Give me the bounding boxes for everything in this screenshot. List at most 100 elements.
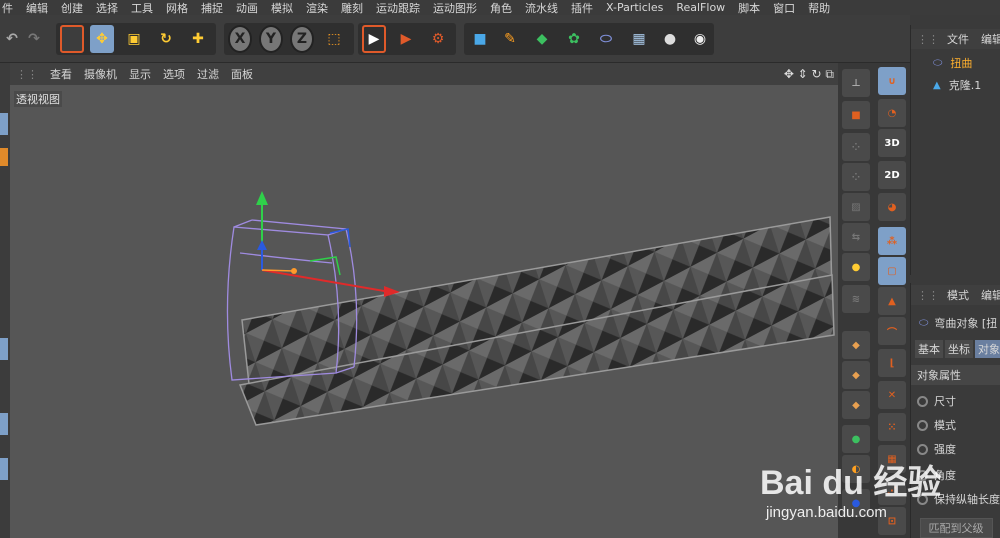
left-tool-icon[interactable]	[0, 148, 8, 166]
menu-snap[interactable]: 捕捉	[201, 0, 223, 15]
left-tool-icon[interactable]	[0, 338, 8, 360]
axis-x-toggle[interactable]: X	[228, 25, 252, 53]
menu-window[interactable]: 窗口	[773, 0, 795, 15]
viewport-menu-view[interactable]: 查看	[50, 66, 72, 82]
light-icon[interactable]: ◉	[688, 25, 712, 53]
menu-bar: 件 编辑 创建 选择 工具 网格 捕捉 动画 模拟 渲染 雕刻 运动跟踪 运动图…	[0, 0, 1000, 15]
axis-gizmo[interactable]	[256, 191, 400, 297]
pen-icon[interactable]: ✎	[498, 25, 522, 53]
menu-mesh[interactable]: 网格	[166, 0, 188, 15]
cube-icon[interactable]: ■	[468, 25, 492, 53]
snap-spline-icon[interactable]: ⌒	[878, 317, 906, 345]
undo-icon[interactable]: ↶	[0, 25, 24, 53]
object-row-cloner[interactable]: ▲ 克隆.1	[911, 75, 1000, 95]
scale-tool-icon[interactable]: ▣	[122, 25, 146, 53]
prop-row[interactable]: 模式	[911, 415, 1000, 435]
model-mode-icon[interactable]: ⊥	[842, 69, 870, 97]
snap-icon[interactable]: ∪	[878, 67, 906, 95]
viewport-menu-cameras[interactable]: 摄像机	[84, 66, 117, 82]
paint-icon[interactable]: ◆	[842, 331, 870, 359]
redo-icon[interactable]: ↷	[22, 25, 46, 53]
coordinate-system-icon[interactable]: ⬚	[322, 25, 346, 53]
menu-tools[interactable]: 工具	[131, 0, 153, 15]
menu-render[interactable]: 渲染	[306, 0, 328, 15]
menu-xparticles[interactable]: X-Particles	[606, 1, 663, 14]
subdivision-icon[interactable]: ◆	[530, 25, 554, 53]
camera-icon[interactable]: ●	[658, 25, 682, 53]
menu-mograph[interactable]: 运动图形	[433, 0, 477, 15]
scene-canvas[interactable]	[10, 85, 838, 538]
cloner-icon[interactable]: ✿	[562, 25, 586, 53]
menu-sculpt[interactable]: 雕刻	[341, 0, 363, 15]
texture-icon[interactable]: ◆	[842, 361, 870, 389]
menu-help[interactable]: 帮助	[808, 0, 830, 15]
deformer-icon[interactable]: ⬭	[594, 25, 618, 53]
snap-polygon-icon[interactable]: ▲	[878, 287, 906, 315]
snap-intersection-icon[interactable]: ✕	[878, 381, 906, 409]
menu-simulate[interactable]: 模拟	[271, 0, 293, 15]
menu-pipeline[interactable]: 流水线	[525, 0, 558, 15]
prop-row[interactable]: 尺寸	[911, 391, 1000, 411]
floor-icon[interactable]: ▦	[626, 25, 652, 53]
menu-character[interactable]: 角色	[490, 0, 512, 15]
sculpt-icon[interactable]: ●	[842, 425, 870, 453]
viewport-menu-panel[interactable]: 面板	[231, 66, 253, 82]
render-picture-viewer-icon[interactable]: ▶	[394, 25, 418, 53]
left-tool-icon[interactable]	[0, 113, 8, 135]
workplane-icon[interactable]: ◆	[842, 391, 870, 419]
snap-vertex-icon[interactable]: ⁂	[878, 227, 906, 255]
radio-icon[interactable]	[917, 443, 928, 455]
snap-2d-button[interactable]: 2D	[878, 161, 906, 189]
rotate-tool-icon[interactable]: ↻	[154, 25, 178, 53]
object-menu-edit[interactable]: 编辑	[981, 31, 1000, 47]
polygons-mode-icon[interactable]: ▨	[842, 193, 870, 221]
render-view-icon[interactable]: ▶	[362, 25, 386, 53]
snap-3d-button[interactable]: 3D	[878, 129, 906, 157]
menu-animate[interactable]: 动画	[236, 0, 258, 15]
snap-midpoint-icon[interactable]: ⁙	[878, 413, 906, 441]
menu-edit[interactable]: 编辑	[26, 0, 48, 15]
viewport-menu: ⋮⋮ 查看 摄像机 显示 选项 过滤 面板 ✥ ⇕ ↻ ⧉	[10, 63, 838, 85]
left-tool-icon[interactable]	[0, 413, 8, 435]
radio-icon[interactable]	[917, 419, 928, 431]
menu-create[interactable]: 创建	[61, 0, 83, 15]
tab-object[interactable]: 对象	[975, 340, 1000, 358]
edges-mode-icon[interactable]: ⁘	[842, 163, 870, 191]
menu-realflow[interactable]: RealFlow	[676, 1, 725, 14]
radio-icon[interactable]	[917, 395, 928, 407]
attribute-menu-mode[interactable]: 模式	[947, 287, 969, 303]
snap-edge-icon[interactable]: ▢	[878, 257, 906, 285]
watermark-url: jingyan.baidu.com	[766, 504, 887, 521]
viewport-menu-filter[interactable]: 过滤	[197, 66, 219, 82]
viewport-nav-icons[interactable]: ✥ ⇕ ↻ ⧉	[784, 67, 834, 82]
menu-motion-tracker[interactable]: 运动跟踪	[376, 0, 420, 15]
axis-y-toggle[interactable]: Y	[259, 25, 283, 53]
tab-basic[interactable]: 基本	[915, 340, 943, 358]
left-tool-icon[interactable]	[0, 458, 8, 480]
select-tool-icon[interactable]	[60, 25, 84, 53]
render-settings-icon[interactable]: ⚙	[426, 25, 450, 53]
snap-radius-icon[interactable]: ◕	[878, 193, 906, 221]
menu-file[interactable]: 件	[2, 0, 13, 15]
object-mode-icon[interactable]: ■	[842, 101, 870, 129]
perspective-viewport[interactable]: 透视视图	[10, 85, 838, 538]
snap-settings-icon[interactable]: ◔	[878, 99, 906, 127]
viewport-menu-options[interactable]: 选项	[163, 66, 185, 82]
viewport-menu-display[interactable]: 显示	[129, 66, 151, 82]
menu-script[interactable]: 脚本	[738, 0, 760, 15]
match-parent-button[interactable]: 匹配到父级	[919, 518, 993, 538]
object-menu-file[interactable]: 文件	[947, 31, 969, 47]
points-mode-icon[interactable]: ⁘	[842, 133, 870, 161]
move-tool-icon[interactable]: ✥	[90, 25, 114, 53]
object-row-bend[interactable]: ⬭ 扭曲	[911, 53, 1000, 73]
axis-z-toggle[interactable]: Z	[290, 25, 314, 53]
menu-select[interactable]: 选择	[96, 0, 118, 15]
tweak-mode-icon[interactable]: ≋	[842, 285, 870, 313]
recent-tool-icon[interactable]: ✚	[186, 25, 210, 53]
tab-coordinates[interactable]: 坐标	[945, 340, 973, 358]
menu-plugins[interactable]: 插件	[571, 0, 593, 15]
snap-axis-icon[interactable]: ⌊	[878, 349, 906, 377]
uv-mode-icon[interactable]: ⇆	[842, 223, 870, 251]
axis-mode-icon[interactable]: ●	[842, 253, 870, 281]
attribute-menu-edit[interactable]: 编辑	[981, 287, 1000, 303]
